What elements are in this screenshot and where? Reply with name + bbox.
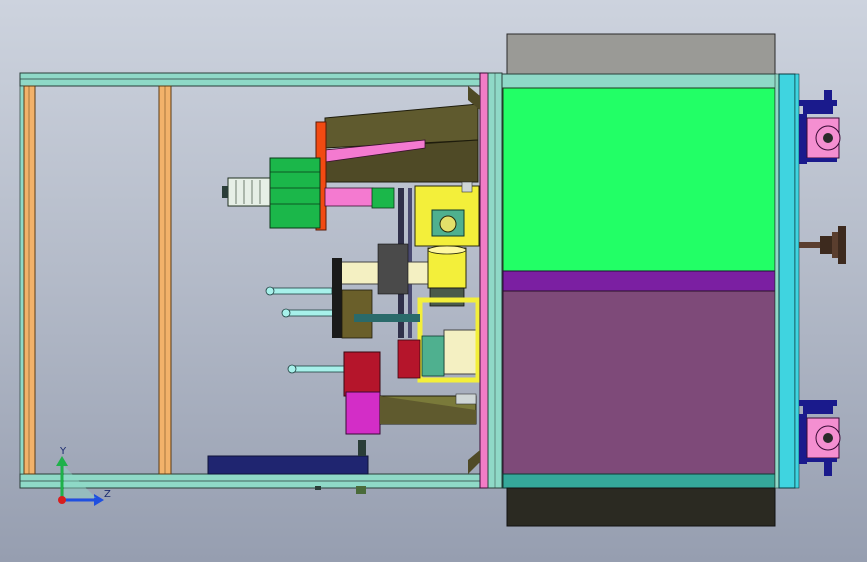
z-axis-label: Z bbox=[104, 489, 111, 500]
y-axis-label: Y bbox=[59, 446, 67, 457]
navy-base-block bbox=[207, 455, 369, 475]
right-mounting bbox=[778, 73, 800, 489]
cabinet-top-rail bbox=[501, 73, 777, 89]
pink-block-upper bbox=[324, 187, 374, 207]
caster-middle bbox=[799, 226, 846, 264]
cream-plate-mid bbox=[443, 329, 481, 375]
cabinet-top-grey bbox=[506, 33, 776, 75]
dark-support bbox=[377, 243, 409, 295]
cabinet-green bbox=[502, 87, 776, 272]
cabinet-violet-band bbox=[502, 270, 776, 292]
foot-bolt bbox=[356, 486, 366, 494]
cabinet-bottom-dark bbox=[506, 487, 776, 527]
cabinet bbox=[501, 33, 780, 527]
red-block-mid bbox=[397, 339, 421, 379]
rod-3 bbox=[293, 365, 345, 373]
z-axis-arrow bbox=[94, 494, 104, 506]
motor-housing bbox=[269, 157, 321, 229]
magenta-base bbox=[345, 391, 381, 435]
foot-bolt-small bbox=[315, 486, 321, 490]
rod-1 bbox=[271, 287, 333, 295]
pink-vertical-plate bbox=[479, 72, 489, 489]
green-plate-mid bbox=[421, 335, 445, 377]
post-left bbox=[23, 85, 36, 475]
cabinet-bottom-rail bbox=[502, 473, 776, 489]
cabinet-purple bbox=[502, 290, 776, 475]
top-rail bbox=[19, 72, 491, 87]
y-axis-arrow bbox=[56, 456, 68, 466]
caster-bottom bbox=[799, 400, 841, 476]
caster-top bbox=[799, 90, 841, 164]
gear bbox=[439, 215, 457, 233]
left-edge-rail bbox=[19, 85, 25, 475]
green-block-upper bbox=[371, 187, 395, 209]
cabinet-right-strip bbox=[774, 73, 780, 489]
mounting-plate bbox=[778, 73, 796, 489]
rod-2 bbox=[287, 309, 335, 317]
origin-dot bbox=[58, 496, 66, 504]
black-vertical-bar bbox=[332, 258, 342, 338]
motor-endcap bbox=[227, 177, 271, 207]
cad-drawing: Y Z bbox=[19, 33, 846, 527]
mechanism-assembly bbox=[222, 103, 481, 456]
red-gearbox bbox=[343, 351, 381, 397]
cad-viewport[interactable]: Y Z bbox=[0, 0, 867, 562]
